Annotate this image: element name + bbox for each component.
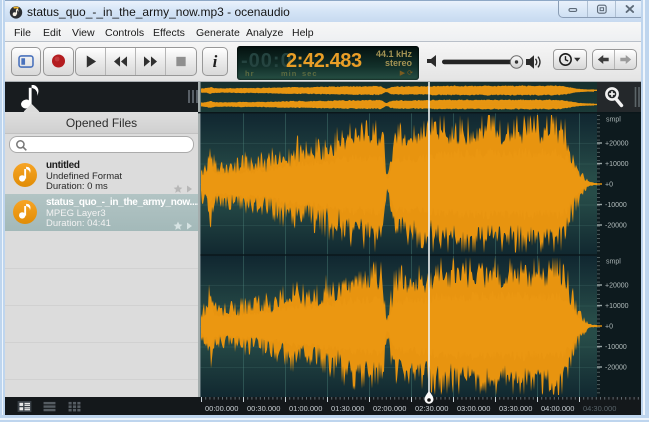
svg-text:04:30.000: 04:30.000 xyxy=(583,404,616,413)
svg-text:-20000: -20000 xyxy=(605,365,627,372)
svg-text:01:00.000: 01:00.000 xyxy=(289,404,322,413)
svg-text:+0: +0 xyxy=(605,324,613,331)
svg-text:00:00.000: 00:00.000 xyxy=(205,404,238,413)
svg-text:04:00.000: 04:00.000 xyxy=(541,404,574,413)
svg-text:+10000: +10000 xyxy=(605,303,629,310)
svg-text:03:30.000: 03:30.000 xyxy=(499,404,532,413)
svg-text:+20000: +20000 xyxy=(605,283,629,290)
svg-text:00:30.000: 00:30.000 xyxy=(247,404,280,413)
svg-text:+20000: +20000 xyxy=(605,141,629,148)
svg-text:-20000: -20000 xyxy=(605,223,627,230)
svg-text:-10000: -10000 xyxy=(605,202,627,209)
svg-text:smpl: smpl xyxy=(606,259,621,266)
svg-text:+0: +0 xyxy=(605,182,613,189)
svg-text:02:00.000: 02:00.000 xyxy=(373,404,406,413)
svg-text:02:30.000: 02:30.000 xyxy=(415,404,448,413)
svg-text:01:30.000: 01:30.000 xyxy=(331,404,364,413)
svg-text:+10000: +10000 xyxy=(605,161,629,168)
svg-text:-10000: -10000 xyxy=(605,344,627,351)
svg-text:smpl: smpl xyxy=(606,117,621,124)
svg-text:03:00.000: 03:00.000 xyxy=(457,404,490,413)
